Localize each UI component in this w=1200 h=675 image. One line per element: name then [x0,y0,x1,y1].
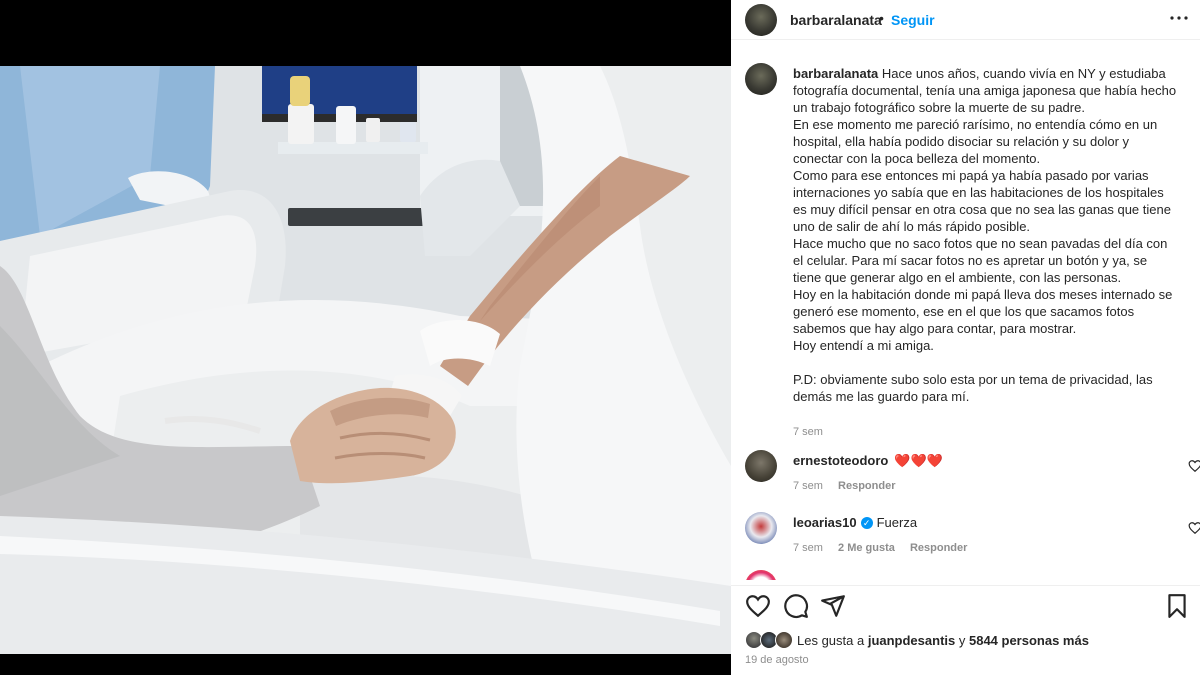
more-horizontal-icon[interactable] [1167,6,1191,30]
reply-button[interactable]: Responder [838,480,895,492]
comment-line: ernestoteodoro ❤️❤️❤️ [793,453,943,469]
commenter-username[interactable]: leoarias10 [793,515,857,530]
comment-bubble-icon[interactable] [783,593,809,619]
heart-outline-icon[interactable] [1188,459,1200,473]
comment-meta: 7 sem Responder [793,480,908,492]
caption-body: barbaralanata Hace unos años, cuando viv… [793,65,1178,441]
comment-item: ernestoteodoro ❤️❤️❤️ 7 sem Responder [745,450,1200,508]
comment-line: leoarias10 ✓ Fuerza [793,515,917,530]
comments-list[interactable]: barbaralanata Hace unos años, cuando viv… [731,58,1200,580]
post-side-panel: barbaralanata • Seguir barbaralanata Hac… [731,0,1200,675]
post-date[interactable]: 19 de agosto [745,654,809,666]
comment-text: ❤️❤️❤️ [894,453,943,468]
liker-avatars [745,631,797,649]
likes-user[interactable]: juanpdesantis [868,633,955,648]
media-pane [0,0,731,675]
post-photo[interactable] [0,66,731,654]
paper-plane-icon[interactable] [820,593,846,619]
caption-username[interactable]: barbaralanata [793,66,878,81]
comment-text: Fuerza [876,515,918,530]
likes-text: Les gusta a juanpdesantis y 5844 persona… [797,633,1089,648]
post-actions [731,585,1200,625]
liker-avatar [775,631,793,649]
comment-likes[interactable]: 2 Me gusta [838,542,895,554]
comment-item: leoarias10 ✓ Fuerza 7 sem 2 Me gusta Respo… [745,512,1200,570]
reply-button[interactable]: Responder [910,542,967,554]
comment-meta: 7 sem 2 Me gusta Responder [793,542,979,554]
follow-button[interactable]: Seguir [891,12,935,28]
commenter-username[interactable]: ernestoteodoro [793,453,888,468]
caption-text: Hace unos años, cuando vivía en NY y est… [793,66,1177,404]
author-username[interactable]: barbaralanata [790,12,882,28]
commenter-avatar-partial[interactable] [745,570,777,580]
likes-middle: y [955,633,969,648]
bookmark-icon[interactable] [1164,593,1190,619]
heart-outline-icon[interactable] [1188,521,1200,535]
comment-time[interactable]: 7 sem [793,480,823,492]
author-avatar[interactable] [745,4,777,36]
caption-time[interactable]: 7 sem [793,426,823,438]
header-separator: • [879,10,884,26]
verified-badge-icon: ✓ [860,517,873,529]
post-header: barbaralanata • Seguir [731,0,1200,40]
likes-count[interactable]: 5844 personas más [969,633,1089,648]
caption-author-avatar[interactable] [745,63,777,95]
commenter-avatar[interactable] [745,512,777,544]
heart-outline-icon[interactable] [745,593,771,619]
likes-prefix: Les gusta a [797,633,868,648]
comment-time[interactable]: 7 sem [793,542,823,554]
commenter-avatar[interactable] [745,450,777,482]
